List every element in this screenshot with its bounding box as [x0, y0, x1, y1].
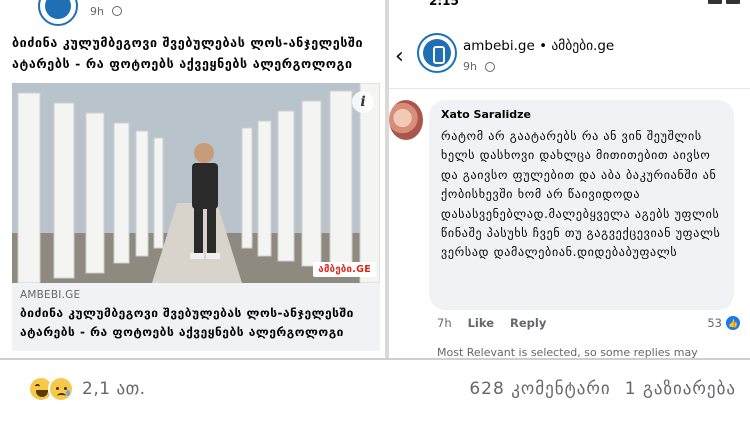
post-time: 9h — [90, 5, 104, 18]
left-post-header: 9h — [38, 0, 138, 26]
lamp-posts-photo — [12, 83, 380, 283]
globe-icon — [112, 6, 122, 16]
post-photo[interactable]: i ამბები.GE — [12, 83, 380, 283]
globe-icon — [485, 62, 495, 72]
status-bar-icons — [708, 0, 740, 4]
comment-bubble: Xato Saralidze რატომ არ გაატარებს რა ან … — [429, 100, 734, 310]
comment-actions: 7h Like Reply — [437, 316, 546, 330]
comment-like-count[interactable]: 53 👍 — [707, 316, 740, 330]
info-icon[interactable]: i — [352, 91, 374, 113]
thumbs-up-icon: 👍 — [726, 316, 740, 330]
comment-time: 7h — [437, 316, 452, 330]
header-divider — [389, 88, 750, 89]
back-icon[interactable]: ‹ — [395, 44, 404, 69]
comment-text: რატომ არ გაატარებს რა ან ვინ შეუშლის ხელ… — [441, 129, 721, 260]
reply-button[interactable]: Reply — [510, 316, 546, 330]
like-button[interactable]: Like — [468, 316, 494, 330]
engagement-bar: 2,1 ათ. 628 კომენტარი 1 გაზიარება — [0, 360, 750, 426]
shares-count[interactable]: 1 გაზიარება — [625, 379, 736, 399]
engagement-stats: 628 კომენტარი 1 გაზიარება — [469, 379, 736, 399]
link-title: ბიძინა კულუმბეგოვი შვებულებას ლოს-ანჯელე… — [20, 306, 354, 339]
site-logo-badge: ამბები.GE — [313, 262, 376, 277]
left-post-panel: 9h ბიძინა კულუმბეგოვი შვებულებას ლოს-ანჯ… — [0, 0, 385, 358]
page-avatar[interactable] — [417, 33, 457, 73]
right-comment-panel: 2:15 ‹ ambebi.ge • ამბები.ge 9h Xato Sar… — [389, 0, 750, 358]
page-name[interactable]: ambebi.ge • ამბები.ge — [463, 38, 614, 54]
reaction-count: 2,1 ათ. — [82, 379, 146, 399]
relevance-note[interactable]: Most Relevant is selected, so some repli… — [437, 346, 698, 358]
link-preview[interactable]: AMBEBI.GE ბიძინა კულუმბეგოვი შვებულებას … — [12, 283, 380, 351]
reactions-summary[interactable]: 2,1 ათ. — [28, 376, 146, 402]
comments-count[interactable]: 628 კომენტარი — [469, 379, 610, 399]
status-bar-time: 2:15 — [429, 0, 459, 8]
post-time: 9h — [463, 60, 477, 73]
like-count-value: 53 — [707, 316, 722, 330]
page-avatar[interactable] — [38, 0, 78, 26]
post-headline: ბიძინა კულუმბეგოვი შვებულებას ლოს-ანჯელე… — [12, 35, 364, 71]
commenter-avatar[interactable] — [389, 100, 423, 140]
link-source: AMBEBI.GE — [20, 289, 81, 301]
comment-author[interactable]: Xato Saralidze — [441, 108, 722, 121]
sad-reaction-icon — [48, 376, 74, 402]
